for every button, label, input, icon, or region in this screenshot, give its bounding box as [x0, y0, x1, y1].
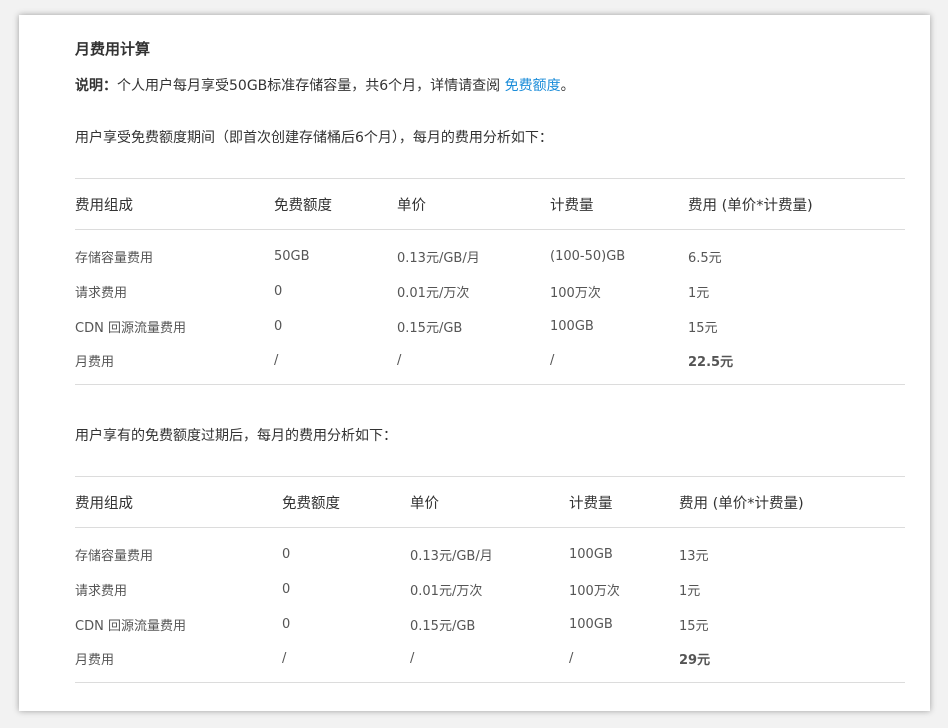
monthly-total-cell: 29元: [679, 653, 711, 669]
header-cell: 计费量: [569, 476, 679, 528]
table-cell: CDN 回源流量费用: [75, 618, 186, 634]
table-cell: 0: [274, 283, 283, 299]
note-label: 说明：: [75, 78, 117, 94]
header-cell: 费用组成: [75, 178, 274, 230]
table-cell: 0: [282, 616, 291, 632]
table-row: 存储容量费用 0 0.13元/GB/月 100GB 13元: [75, 528, 905, 572]
table-row: 存储容量费用 50GB 0.13元/GB/月 (100-50)GB 6.5元: [75, 230, 905, 274]
table-cell: 100GB: [569, 616, 613, 632]
table-cell: 0: [282, 546, 291, 562]
note-end: 。: [560, 78, 575, 94]
table-row: 请求费用 0 0.01元/万次 100万次 1元: [75, 572, 905, 607]
note-paragraph: 说明：个人用户每月享受50GB标准存储容量，共6个月，详情请查阅 免费额度。: [75, 76, 575, 96]
table-cell: 1元: [679, 583, 701, 599]
table-row: CDN 回源流量费用 0 0.15元/GB 100GB 15元: [75, 607, 905, 642]
table-header-row: 费用组成 免费额度 单价 计费量 费用 (单价*计费量): [75, 178, 905, 230]
table-cell: 0: [274, 318, 283, 334]
table-cell: 月费用: [75, 355, 115, 371]
table-row: CDN 回源流量费用 0 0.15元/GB 100GB 15元: [75, 309, 905, 344]
post-free-intro: 用户享有的免费额度过期后，每月的费用分析如下：: [75, 428, 397, 444]
section-heading: 月费用计算: [75, 40, 151, 58]
table-cell: CDN 回源流量费用: [75, 320, 186, 336]
header-cell: 费用 (单价*计费量): [688, 178, 905, 230]
table-cell: /: [569, 651, 574, 667]
table-cell: /: [282, 651, 287, 667]
header-cell: 单价: [397, 178, 550, 230]
table-cell: 0: [282, 581, 291, 597]
table-cell: (100-50)GB: [550, 248, 626, 264]
table-cell: 0.01元/万次: [410, 583, 483, 599]
note-text: 个人用户每月享受50GB标准存储容量，共6个月，详情请查阅: [117, 78, 501, 94]
document-card: 月费用计算 说明：个人用户每月享受50GB标准存储容量，共6个月，详情请查阅 免…: [19, 15, 930, 711]
table-cell: 15元: [679, 618, 709, 634]
table-cell: 请求费用: [75, 583, 128, 599]
monthly-total-cell: 22.5元: [688, 355, 734, 371]
table-cell: 6.5元: [688, 250, 722, 266]
free-quota-link[interactable]: 免费额度: [505, 78, 561, 94]
table-cell: 0.13元/GB/月: [410, 548, 493, 564]
table-cell: 0.01元/万次: [397, 285, 470, 301]
table-row: 请求费用 0 0.01元/万次 100万次 1元: [75, 274, 905, 309]
table-cell: /: [550, 353, 555, 369]
table-cell: /: [397, 353, 402, 369]
table-cell: /: [410, 651, 415, 667]
table-cell: /: [274, 353, 279, 369]
table-cell: 100万次: [550, 285, 601, 301]
table-cell: 100万次: [569, 583, 620, 599]
table-cell: 15元: [688, 320, 718, 336]
free-period-intro: 用户享受免费额度期间（即首次创建存储桶后6个月），每月的费用分析如下：: [75, 130, 553, 146]
table-row-total: 月费用 / / / 22.5元: [75, 344, 905, 385]
table-cell: 100GB: [569, 546, 613, 562]
table-cell: 0.13元/GB/月: [397, 250, 480, 266]
table-cell: 请求费用: [75, 285, 128, 301]
table-cell: 13元: [679, 548, 709, 564]
header-cell: 单价: [410, 476, 569, 528]
header-cell: 计费量: [550, 178, 688, 230]
post-free-fee-table: 费用组成 免费额度 单价 计费量 费用 (单价*计费量) 存储容量费用 0 0.…: [75, 476, 905, 683]
table-cell: 存储容量费用: [75, 548, 154, 564]
header-cell: 费用组成: [75, 476, 282, 528]
table-cell: 1元: [688, 285, 710, 301]
free-period-fee-table: 费用组成 免费额度 单价 计费量 费用 (单价*计费量) 存储容量费用 50GB…: [75, 178, 905, 385]
header-cell: 免费额度: [274, 178, 397, 230]
table-cell: 0.15元/GB: [397, 320, 463, 336]
table-cell: 50GB: [274, 248, 310, 264]
header-cell: 费用 (单价*计费量): [679, 476, 905, 528]
table-header-row: 费用组成 免费额度 单价 计费量 费用 (单价*计费量): [75, 476, 905, 528]
header-cell: 免费额度: [282, 476, 410, 528]
table-cell: 100GB: [550, 318, 594, 334]
table-cell: 0.15元/GB: [410, 618, 476, 634]
table-row-total: 月费用 / / / 29元: [75, 642, 905, 683]
table-cell: 存储容量费用: [75, 250, 154, 266]
table-cell: 月费用: [75, 653, 115, 669]
